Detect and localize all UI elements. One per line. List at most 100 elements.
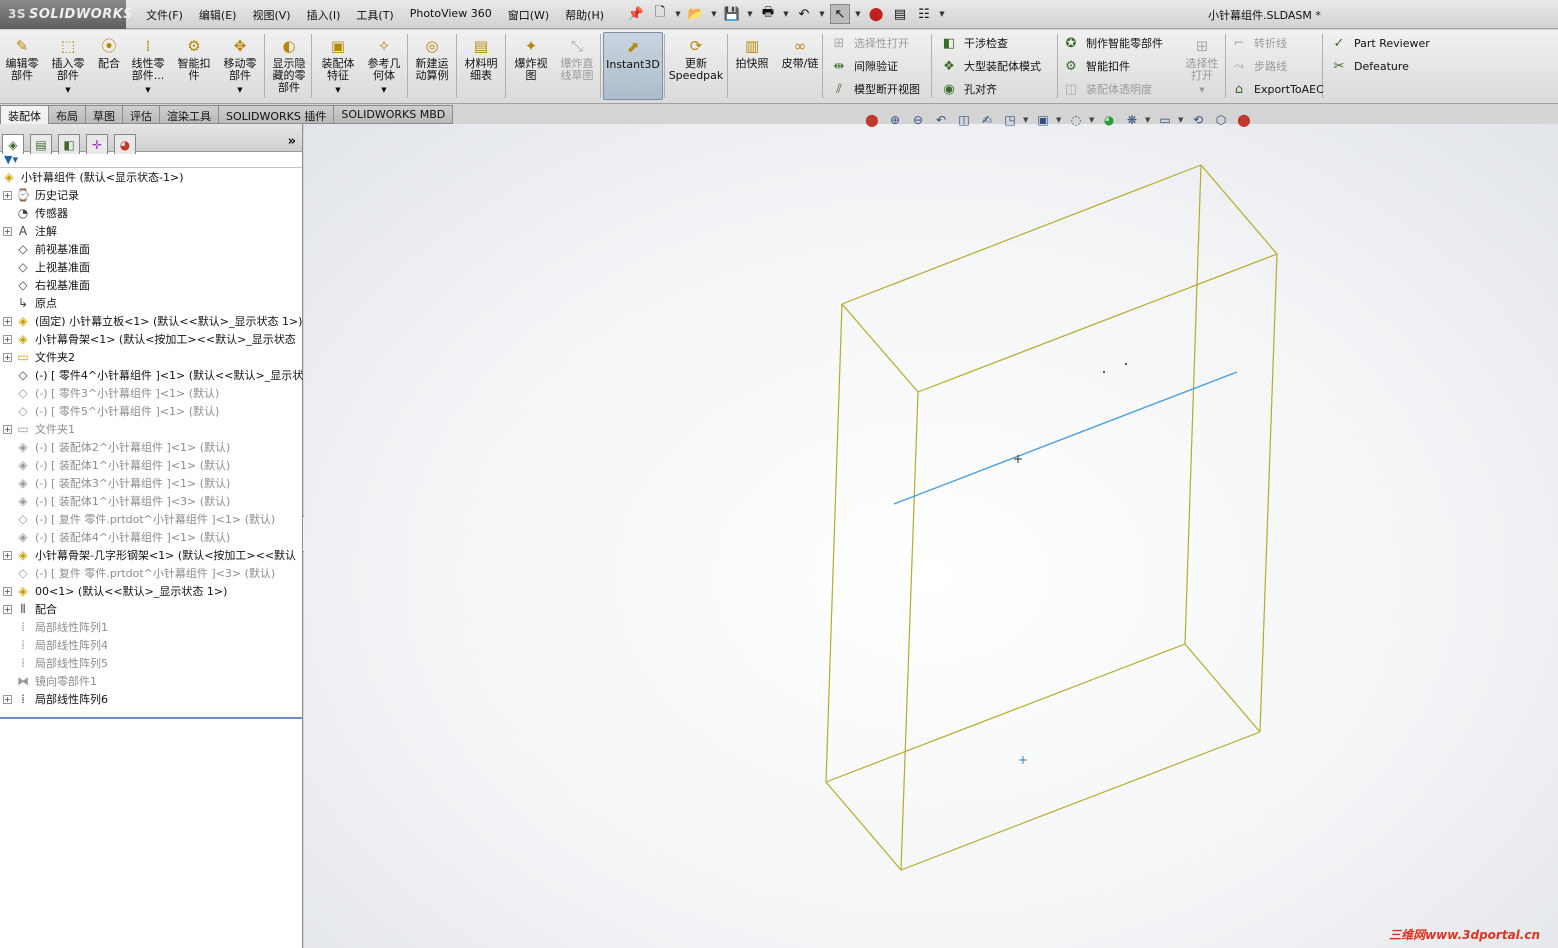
move-component-button[interactable]: ✥ 移动零 部件 ▼ — [218, 32, 262, 100]
tree-item[interactable]: ◇ (-) [ 零件5^小针幕组件 ]<1> (默认) — [0, 402, 303, 420]
chevron-down-icon[interactable]: ▼ — [237, 84, 242, 96]
large-assembly-mode-button[interactable]: ❖ 大型装配体模式 — [940, 56, 1041, 76]
model-scene[interactable] — [304, 124, 1558, 948]
tree-item[interactable]: + ▭ 文件夹1 — [0, 420, 303, 438]
tree-item[interactable]: ⁞ 局部线性阵列1 — [0, 618, 303, 636]
box-edge[interactable] — [1200, 164, 1278, 255]
select-arrow-icon[interactable]: ↖ — [830, 4, 850, 24]
tree-item[interactable]: ◇ (-) [ 复件 零件.prtdot^小针幕组件 ]<1> (默认) — [0, 510, 303, 528]
3d-view-icon[interactable]: ⬡ — [1211, 111, 1231, 129]
export-to-aec-button[interactable]: ⌂ ExportToAEC — [1230, 79, 1324, 99]
tree-item[interactable]: + ◈ 小针幕骨架<1> (默认<按加工><<默认>_显示状态 — [0, 330, 303, 348]
tab-2[interactable]: 草图 — [86, 105, 123, 124]
box-edge[interactable] — [1184, 643, 1261, 733]
smart-fasteners-button[interactable]: ⚙ 智能扣 件 — [172, 32, 216, 100]
tree-item[interactable]: ◈ (-) [ 装配体2^小针幕组件 ]<1> (默认) — [0, 438, 303, 456]
tree-item[interactable]: + ⁞ 局部线性阵列6 — [0, 690, 303, 708]
options-dropdown-icon[interactable]: ▼ — [938, 10, 946, 18]
chevron-down-icon[interactable]: ▼ — [381, 84, 386, 96]
expand-toggle-icon[interactable]: + — [3, 334, 12, 344]
instant3d-button[interactable]: ⬈ Instant3D — [603, 32, 663, 100]
tree-item[interactable]: ⧓ 镜向零部件1 — [0, 672, 303, 690]
update-speedpak-button[interactable]: ⟳ 更新 Speedpak — [666, 32, 726, 100]
expand-toggle-icon[interactable]: + — [3, 550, 12, 560]
exploded-view-button[interactable]: ✦ 爆炸视 图 — [508, 32, 554, 100]
hole-alignment-button[interactable]: ◉ 孔对齐 — [940, 79, 997, 99]
print-dropdown-icon[interactable]: ▼ — [782, 10, 790, 18]
expand-toggle-icon[interactable]: + — [3, 316, 12, 326]
box-edge[interactable] — [917, 253, 1278, 393]
menu-item-3[interactable]: 插入(I) — [299, 7, 349, 23]
chevron-down-icon[interactable]: ▼ — [335, 84, 340, 96]
undo-dropdown-icon[interactable]: ▼ — [818, 10, 826, 18]
chevron-down-icon[interactable]: ▼ — [1178, 116, 1185, 124]
tab-4[interactable]: 渲染工具 — [160, 105, 219, 124]
save-dropdown-icon[interactable]: ▼ — [746, 10, 754, 18]
tree-item[interactable]: ◇ (-) [ 复件 零件.prtdot^小针幕组件 ]<3> (默认) — [0, 564, 303, 582]
expand-toggle-icon[interactable]: + — [3, 586, 12, 596]
tree-item[interactable]: ⁞ 局部线性阵列4 — [0, 636, 303, 654]
menu-item-4[interactable]: 工具(T) — [348, 7, 401, 23]
point-marker[interactable] — [1103, 371, 1105, 373]
tab-6[interactable]: SOLIDWORKS MBD — [334, 105, 454, 124]
chevron-down-icon[interactable]: ▼ — [1089, 116, 1096, 124]
view-visibility-icon[interactable]: ⬤ — [862, 111, 882, 129]
chevron-down-icon[interactable]: ▼ — [65, 84, 70, 96]
graphics-area[interactable]: 三维网www.3dportal.cn — [304, 124, 1558, 948]
hide-show-items-icon[interactable]: ◌ — [1066, 111, 1086, 129]
property-manager-tab[interactable]: ▤ — [30, 134, 52, 154]
menu-item-7[interactable]: 帮助(H) — [557, 7, 612, 23]
explode-line-sketch-button[interactable]: ⤡ 爆炸直 线草图 — [554, 32, 600, 100]
bill-of-materials-button[interactable]: ▤ 材料明 细表 — [458, 32, 504, 100]
tree-item[interactable]: + A 注解 — [0, 222, 303, 240]
sketch-line[interactable] — [893, 371, 1238, 505]
reference-geometry-button[interactable]: ✧ 参考几 何体 ▼ — [362, 32, 406, 100]
make-smart-component-button[interactable]: ✪ 制作智能零部件 — [1062, 33, 1163, 53]
tree-item[interactable]: ◈ 小针幕组件 (默认<显示状态-1>) — [0, 168, 303, 186]
select-dropdown-icon[interactable]: ▼ — [854, 10, 862, 18]
chevron-down-icon[interactable]: ▼ — [1199, 84, 1204, 96]
feature-manager-tab[interactable]: ◈ — [2, 134, 24, 154]
previous-view-icon[interactable]: ↶ — [931, 111, 951, 129]
tree-filter[interactable]: ▼▾ — [0, 152, 302, 168]
part-reviewer-button[interactable]: ✓ Part Reviewer — [1330, 33, 1430, 53]
box-edge[interactable] — [825, 781, 902, 871]
menu-item-0[interactable]: 文件(F) — [138, 7, 191, 23]
edit-appearance-icon[interactable]: ◕ — [1099, 111, 1119, 129]
rebuild-traffic-light-icon[interactable]: ⬤ — [866, 4, 886, 24]
dynamic-annotation-icon[interactable]: ✍ — [977, 111, 997, 129]
tree-item[interactable]: + ◈ (固定) 小针幕立板<1> (默认<<默认>_显示状态 1>) — [0, 312, 303, 330]
panel-more-icon[interactable]: » — [288, 134, 296, 149]
tree-item[interactable]: ◇ (-) [ 零件4^小针幕组件 ]<1> (默认<<默认>_显示状 — [0, 366, 303, 384]
tab-3[interactable]: 评估 — [123, 105, 160, 124]
expand-toggle-icon[interactable]: + — [3, 424, 12, 434]
box-edge[interactable] — [841, 303, 919, 393]
file-properties-icon[interactable]: ▤ — [890, 4, 910, 24]
box-edge[interactable] — [900, 731, 1261, 871]
assembly-transparency-button[interactable]: ◫ 装配体透明度 — [1062, 79, 1152, 99]
open-folder-icon[interactable]: 📂 — [686, 4, 706, 24]
model-break-view-button[interactable]: ⫽ 模型断开视图 — [830, 79, 920, 99]
zoom-to-area-icon[interactable]: ⊖ — [908, 111, 928, 129]
tree-item[interactable]: + ◈ 00<1> (默认<<默认>_显示状态 1>) — [0, 582, 303, 600]
interference-detection-button[interactable]: ◧ 干涉检查 — [940, 33, 1008, 53]
box-edge[interactable] — [841, 164, 1202, 305]
new-dropdown-icon[interactable]: ▼ — [674, 10, 682, 18]
take-snapshot-button[interactable]: ▥ 拍快照 — [730, 32, 774, 100]
insert-components-button[interactable]: ⬚ 插入零 部件 ▼ — [46, 32, 90, 100]
rollback-bar[interactable] — [0, 717, 302, 719]
menu-item-2[interactable]: 视图(V) — [244, 7, 298, 23]
box-edge[interactable] — [1259, 253, 1278, 733]
show-hidden-components-button[interactable]: ◐ 显示隐 藏的零 部件 — [266, 32, 312, 100]
tree-item[interactable]: ◔ 传感器 — [0, 204, 303, 222]
chevron-down-icon[interactable]: ▼ — [1023, 116, 1030, 124]
tree-item[interactable]: + ⌚ 历史记录 — [0, 186, 303, 204]
route-line-button[interactable]: ⤳ 步路线 — [1230, 56, 1287, 76]
menu-item-1[interactable]: 编辑(E) — [191, 7, 245, 23]
tree-item[interactable]: ◇ 前视基准面 — [0, 240, 303, 258]
pin-icon[interactable]: 📌 — [626, 4, 646, 24]
tree-item[interactable]: ◈ (-) [ 装配体3^小针幕组件 ]<1> (默认) — [0, 474, 303, 492]
menu-item-6[interactable]: 窗口(W) — [500, 7, 557, 23]
box-edge[interactable] — [1184, 164, 1202, 645]
jog-line-button[interactable]: ⌐ 转折线 — [1230, 33, 1287, 53]
